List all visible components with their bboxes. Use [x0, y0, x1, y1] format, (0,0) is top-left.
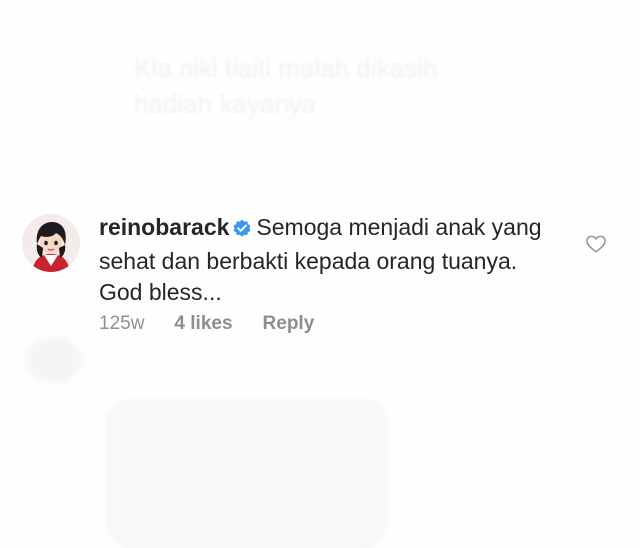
verified-badge-icon [232, 215, 252, 246]
heart-outline-icon[interactable] [585, 233, 607, 255]
reply-button[interactable]: Reply [263, 313, 315, 335]
likes-count[interactable]: 4 likes [174, 313, 232, 335]
avatar[interactable] [22, 214, 80, 272]
comment-time[interactable]: 125w [99, 313, 144, 335]
comment-body: reinobarack Semoga menjadi anak yang seha… [99, 212, 549, 308]
faded-card [106, 398, 388, 548]
previous-comment-text: Kla niki tiaiti malah dikasih hadiah kay… [134, 53, 438, 119]
faded-avatar [26, 337, 82, 383]
comment-username[interactable]: reinobarack [99, 214, 229, 240]
comment-meta: 125w 4 likes Reply [99, 313, 314, 335]
